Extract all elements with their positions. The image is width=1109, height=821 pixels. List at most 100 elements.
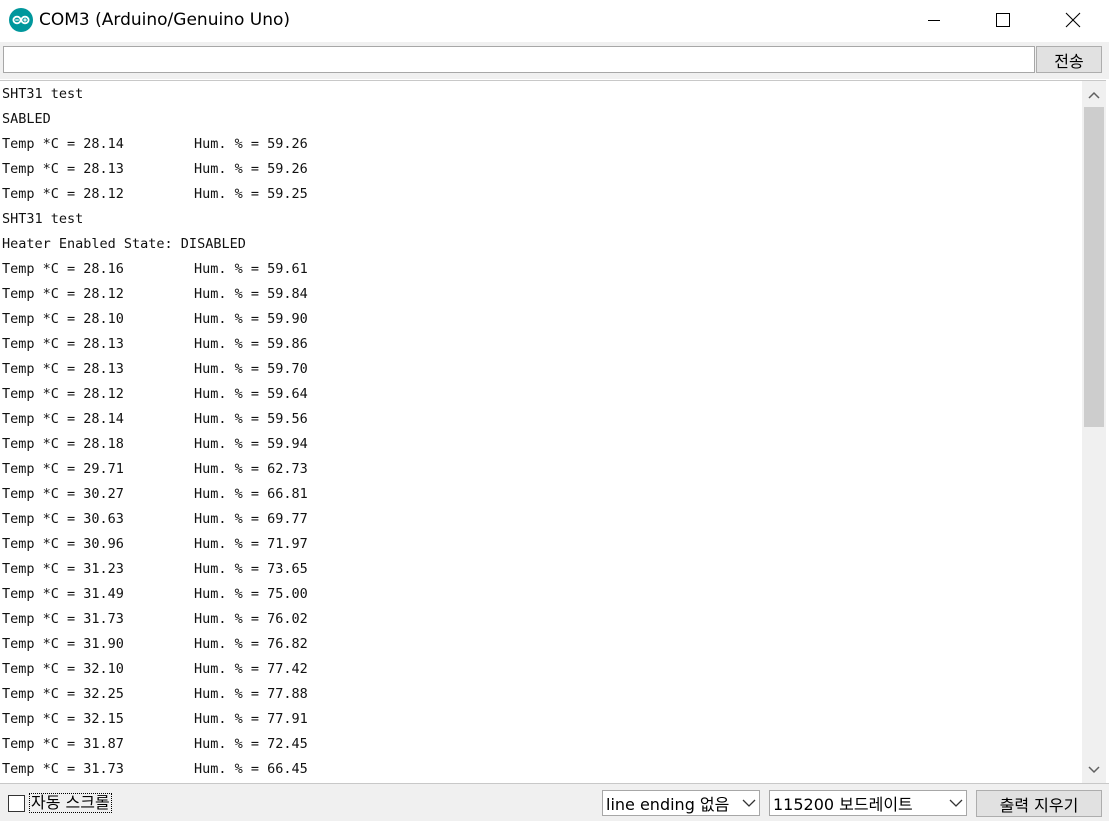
- maximize-icon: [996, 13, 1010, 27]
- output-line: Temp *C = 32.15 Hum. % = 77.91: [2, 707, 308, 732]
- output-line: Temp *C = 28.16 Hum. % = 59.61: [2, 257, 308, 282]
- output-line-humidity: Hum. % = 71.97: [194, 536, 308, 552]
- output-line-text: Temp *C = 32.10: [2, 661, 124, 677]
- output-line-humidity: Hum. % = 75.00: [194, 586, 308, 602]
- output-line-humidity: Hum. % = 59.86: [194, 336, 308, 352]
- output-line-text: SHT31 test: [2, 211, 84, 227]
- output-line-humidity: Hum. % = 77.42: [194, 661, 308, 677]
- output-line: Temp *C = 28.14 Hum. % = 59.56: [2, 407, 308, 432]
- output-line: SABLED: [2, 107, 246, 132]
- output-line-text: Temp *C = 30.27: [2, 486, 124, 502]
- output-line-text: Temp *C = 28.14: [2, 411, 124, 427]
- output-line: SHT31 test: [2, 82, 246, 107]
- baud-rate-value: 115200 보드레이트: [773, 795, 913, 814]
- title-bar: COM3 (Arduino/Genuino Uno): [0, 0, 1109, 42]
- output-line: Temp *C = 28.13 Hum. % = 59.26: [2, 157, 308, 182]
- output-line-humidity: Hum. % = 66.81: [194, 486, 308, 502]
- chevron-up-icon: [1088, 91, 1100, 99]
- output-line-text: SHT31 test: [2, 86, 84, 102]
- output-line: Temp *C = 28.12 Hum. % = 59.84: [2, 282, 308, 307]
- line-ending-value: line ending 없음: [606, 795, 730, 814]
- baud-rate-select[interactable]: 115200 보드레이트: [769, 790, 967, 816]
- output-line-text: Temp *C = 28.10: [2, 311, 124, 327]
- output-line-humidity: Hum. % = 76.82: [194, 636, 308, 652]
- line-ending-select[interactable]: line ending 없음: [602, 790, 760, 816]
- output-line: Temp *C = 29.71 Hum. % = 62.73: [2, 457, 308, 482]
- serial-output[interactable]: SHT31 test SABLED Temp *C = 28.14 Hum. % = …: [0, 80, 1082, 783]
- output-line: SHT31 test: [2, 207, 246, 232]
- vertical-scrollbar[interactable]: [1082, 80, 1106, 783]
- output-line-text: Temp *C = 31.23: [2, 561, 124, 577]
- bottom-bar: 자동 스크롤 line ending 없음 115200 보드레이트 출력 지우…: [0, 783, 1109, 821]
- send-button[interactable]: 전송: [1036, 46, 1102, 73]
- output-line: Temp *C = 30.27 Hum. % = 66.81: [2, 482, 308, 507]
- serial-monitor-window: COM3 (Arduino/Genuino Uno) 전송 SHT31 test…: [0, 0, 1109, 821]
- minimize-button[interactable]: [899, 0, 969, 40]
- output-line-text: Temp *C = 28.13: [2, 361, 124, 377]
- output-line-humidity: Hum. % = 73.65: [194, 561, 308, 577]
- output-line: Temp *C = 28.12 Hum. % = 59.25: [2, 182, 308, 207]
- scroll-up-button[interactable]: [1082, 83, 1106, 107]
- output-line: Temp *C = 30.63 Hum. % = 69.77: [2, 507, 308, 532]
- output-line-text: Temp *C = 31.87: [2, 736, 124, 752]
- output-line-text: Heater Enabled State: DISABLED: [2, 236, 246, 252]
- output-line-humidity: Hum. % = 72.45: [194, 736, 308, 752]
- output-line-text: Temp *C = 28.12: [2, 286, 124, 302]
- output-line-humidity: Hum. % = 77.91: [194, 711, 308, 727]
- output-line-text: Temp *C = 31.49: [2, 586, 124, 602]
- output-line-text: Temp *C = 30.63: [2, 511, 124, 527]
- output-line: Temp *C = 28.10 Hum. % = 59.90: [2, 307, 308, 332]
- output-line-text: Temp *C = 30.96: [2, 536, 124, 552]
- chevron-down-icon: [742, 799, 756, 807]
- output-line-humidity: Hum. % = 69.77: [194, 511, 308, 527]
- autoscroll-checkbox[interactable]: [8, 794, 25, 812]
- output-line-humidity: Hum. % = 59.26: [194, 161, 308, 177]
- output-line-humidity: Hum. % = 66.45: [194, 761, 308, 777]
- output-line-humidity: Hum. % = 59.56: [194, 411, 308, 427]
- clear-output-button[interactable]: 출력 지우기: [976, 790, 1102, 817]
- close-icon: [1065, 12, 1081, 28]
- output-line: Temp *C = 32.10 Hum. % = 77.42: [2, 657, 308, 682]
- output-line-text: Temp *C = 28.13: [2, 161, 124, 177]
- maximize-button[interactable]: [968, 0, 1038, 40]
- output-line-text: Temp *C = 32.15: [2, 711, 124, 727]
- minimize-icon: [928, 20, 940, 21]
- output-line-text: Temp *C = 28.16: [2, 261, 124, 277]
- output-line: Temp *C = 31.73 Hum. % = 76.02: [2, 607, 308, 632]
- output-line-text: Temp *C = 32.25: [2, 686, 124, 702]
- output-line-text: Temp *C = 28.13: [2, 336, 124, 352]
- window-title: COM3 (Arduino/Genuino Uno): [39, 10, 291, 30]
- output-line: Temp *C = 31.73 Hum. % = 66.45: [2, 757, 308, 782]
- output-line-humidity: Hum. % = 59.64: [194, 386, 308, 402]
- output-line: Temp *C = 31.90 Hum. % = 76.82: [2, 632, 308, 657]
- output-line-text: Temp *C = 29.71: [2, 461, 124, 477]
- output-line-humidity: Hum. % = 59.26: [194, 136, 308, 152]
- send-input[interactable]: [3, 46, 1035, 73]
- chevron-down-icon: [949, 799, 963, 807]
- autoscroll-label[interactable]: 자동 스크롤: [29, 793, 112, 813]
- output-line-humidity: Hum. % = 62.73: [194, 461, 308, 477]
- output-line: Temp *C = 31.87 Hum. % = 72.45: [2, 732, 308, 757]
- output-line-text: Temp *C = 28.18: [2, 436, 124, 452]
- output-line-humidity: Hum. % = 59.94: [194, 436, 308, 452]
- autoscroll-toggle[interactable]: 자동 스크롤: [8, 793, 112, 813]
- chevron-down-icon: [1088, 766, 1100, 774]
- output-line-text: SABLED: [2, 111, 51, 127]
- output-line: Temp *C = 28.13 Hum. % = 59.70: [2, 357, 308, 382]
- output-line-text: Temp *C = 28.12: [2, 186, 124, 202]
- arduino-logo-icon: [9, 8, 33, 32]
- output-line: Temp *C = 28.12 Hum. % = 59.64: [2, 382, 308, 407]
- output-line-humidity: Hum. % = 59.25: [194, 186, 308, 202]
- output-line-text: Temp *C = 31.90: [2, 636, 124, 652]
- output-line-humidity: Hum. % = 59.61: [194, 261, 308, 277]
- close-button[interactable]: [1038, 0, 1108, 40]
- send-row: 전송: [0, 42, 1109, 79]
- scroll-down-button[interactable]: [1082, 758, 1106, 782]
- output-line: Temp *C = 28.18 Hum. % = 59.94: [2, 432, 308, 457]
- output-line-humidity: Hum. % = 76.02: [194, 611, 308, 627]
- output-line: Temp *C = 30.96 Hum. % = 71.97: [2, 532, 308, 557]
- output-line-humidity: Hum. % = 77.88: [194, 686, 308, 702]
- scroll-thumb[interactable]: [1084, 107, 1104, 427]
- output-line-text: Temp *C = 28.14: [2, 136, 124, 152]
- output-line-humidity: Hum. % = 59.90: [194, 311, 308, 327]
